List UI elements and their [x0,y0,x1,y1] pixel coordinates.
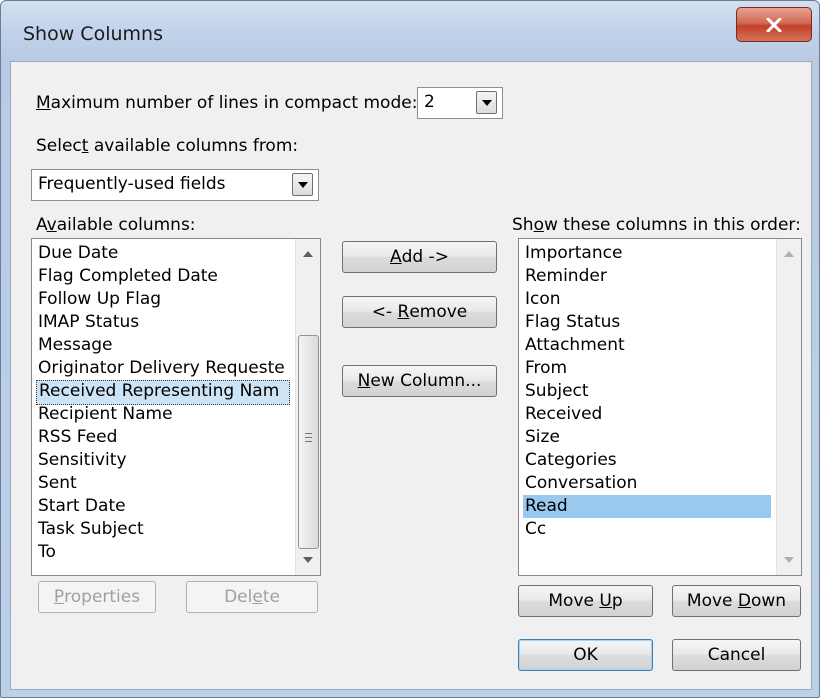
list-item[interactable]: Recipient Name [36,403,175,426]
list-item[interactable]: Flag Completed Date [36,265,220,288]
field-set-value: Frequently-used fields [38,174,226,194]
delete-accel: e [252,587,263,607]
shown-columns-label: Show these columns in this order: [512,215,801,235]
available-columns-label-accel: v [46,215,57,235]
close-button[interactable] [736,7,812,42]
delete-label: te [262,587,280,607]
list-item[interactable]: Start Date [36,495,128,518]
available-columns-scrollbar[interactable] [295,239,320,575]
list-item[interactable]: From [523,357,569,380]
shown-columns-label-post: w these columns in this order: [543,215,801,235]
list-item[interactable]: Sensitivity [36,449,129,472]
new-column-label: ew Column... [370,371,482,391]
properties-accel: P [53,587,65,607]
move-down-accel: D [737,591,751,611]
list-item[interactable]: Received [523,403,604,426]
available-columns-label-pre: A [36,215,47,235]
dialog-title: Show Columns [23,23,163,45]
compact-mode-label: Maximum number of lines in compact mode: [36,93,417,113]
list-item[interactable]: Reminder [523,265,609,288]
grip-line [305,437,312,438]
grip-line [305,441,312,442]
list-item[interactable]: Message [36,334,115,357]
add-button[interactable]: Add -> [342,241,497,273]
list-item[interactable]: Follow Up Flag [36,288,163,311]
move-down-label-pre: Move [686,591,738,611]
remove-label-pre: <- [371,302,398,322]
available-columns-list[interactable]: Due Date Flag Completed Date Follow Up F… [31,238,321,576]
dialog-client-area: Maximum number of lines in compact mode:… [10,61,812,690]
shown-columns-label-pre: Sh [512,215,534,235]
select-from-label-pre: Selec [36,136,82,156]
compact-mode-label-accel: M [36,93,51,113]
list-item[interactable]: RSS Feed [36,426,119,449]
remove-label: emove [409,302,468,322]
move-down-button[interactable]: Move Down [672,585,801,617]
close-x-icon [766,17,782,32]
cancel-button[interactable]: Cancel [672,639,801,671]
properties-button[interactable]: Properties [38,581,156,613]
show-columns-dialog: Show Columns Maximum number of lines in … [0,0,820,698]
select-from-label-post: available columns from: [88,136,299,156]
list-item[interactable]: To [36,541,58,564]
remove-accel: R [397,302,410,322]
list-item[interactable]: Sent [36,472,79,495]
list-item[interactable]: Cc [523,518,548,541]
add-accel: A [389,247,402,267]
list-item[interactable]: Flag Status [523,311,622,334]
list-item-selected[interactable]: Read [523,495,771,518]
scroll-up-arrow-icon[interactable] [784,251,794,257]
chevron-down-icon[interactable] [476,91,497,114]
shown-columns-list[interactable]: Importance Reminder Icon Flag Status Att… [518,238,802,576]
list-item[interactable]: Attachment [523,334,627,357]
chevron-down-icon[interactable] [292,173,313,196]
list-item[interactable]: Originator Delivery Requeste [36,357,287,380]
compact-mode-lines-select[interactable]: 2 [417,87,503,119]
scroll-down-arrow-icon[interactable] [784,557,794,563]
remove-button[interactable]: <- Remove [342,296,497,328]
select-from-label: Select available columns from: [36,136,298,156]
list-item[interactable]: Size [523,426,562,449]
list-item[interactable]: IMAP Status [36,311,141,334]
list-item[interactable]: Subject [523,380,591,403]
available-columns-label-post: ailable columns: [56,215,196,235]
list-item[interactable]: Conversation [523,472,639,495]
move-down-label: own [751,591,787,611]
scroll-down-arrow-icon[interactable] [303,557,313,563]
list-item[interactable]: Icon [523,288,563,311]
move-up-button[interactable]: Move Up [518,585,653,617]
title-bar[interactable]: Show Columns [1,1,819,61]
shown-columns-scrollbar[interactable] [776,239,801,575]
list-item[interactable]: Importance [523,242,624,265]
list-item[interactable]: Categories [523,449,619,472]
grip-line [305,433,312,434]
new-column-accel: N [357,371,371,391]
compact-mode-label-post: aximum number of lines in compact mode: [50,93,418,113]
move-up-accel: U [599,591,612,611]
list-item[interactable]: Task Subject [36,518,146,541]
delete-label-pre: Del [224,587,253,607]
list-item-selected[interactable]: Received Representing Nam [36,380,290,405]
scroll-up-arrow-icon[interactable] [303,251,313,257]
move-up-label: p [611,591,623,611]
properties-label: roperties [64,587,141,607]
new-column-button[interactable]: New Column... [342,365,497,397]
move-up-label-pre: Move [548,591,600,611]
scrollbar-thumb[interactable] [298,335,319,549]
field-set-select[interactable]: Frequently-used fields [31,169,319,201]
list-item[interactable]: Due Date [36,242,120,265]
ok-button[interactable]: OK [518,639,653,671]
add-label: dd -> [401,247,449,267]
compact-mode-lines-value: 2 [424,92,435,112]
available-columns-label: Available columns: [36,215,196,235]
shown-columns-label-accel: o [533,215,544,235]
delete-button[interactable]: Del e te [186,581,318,613]
